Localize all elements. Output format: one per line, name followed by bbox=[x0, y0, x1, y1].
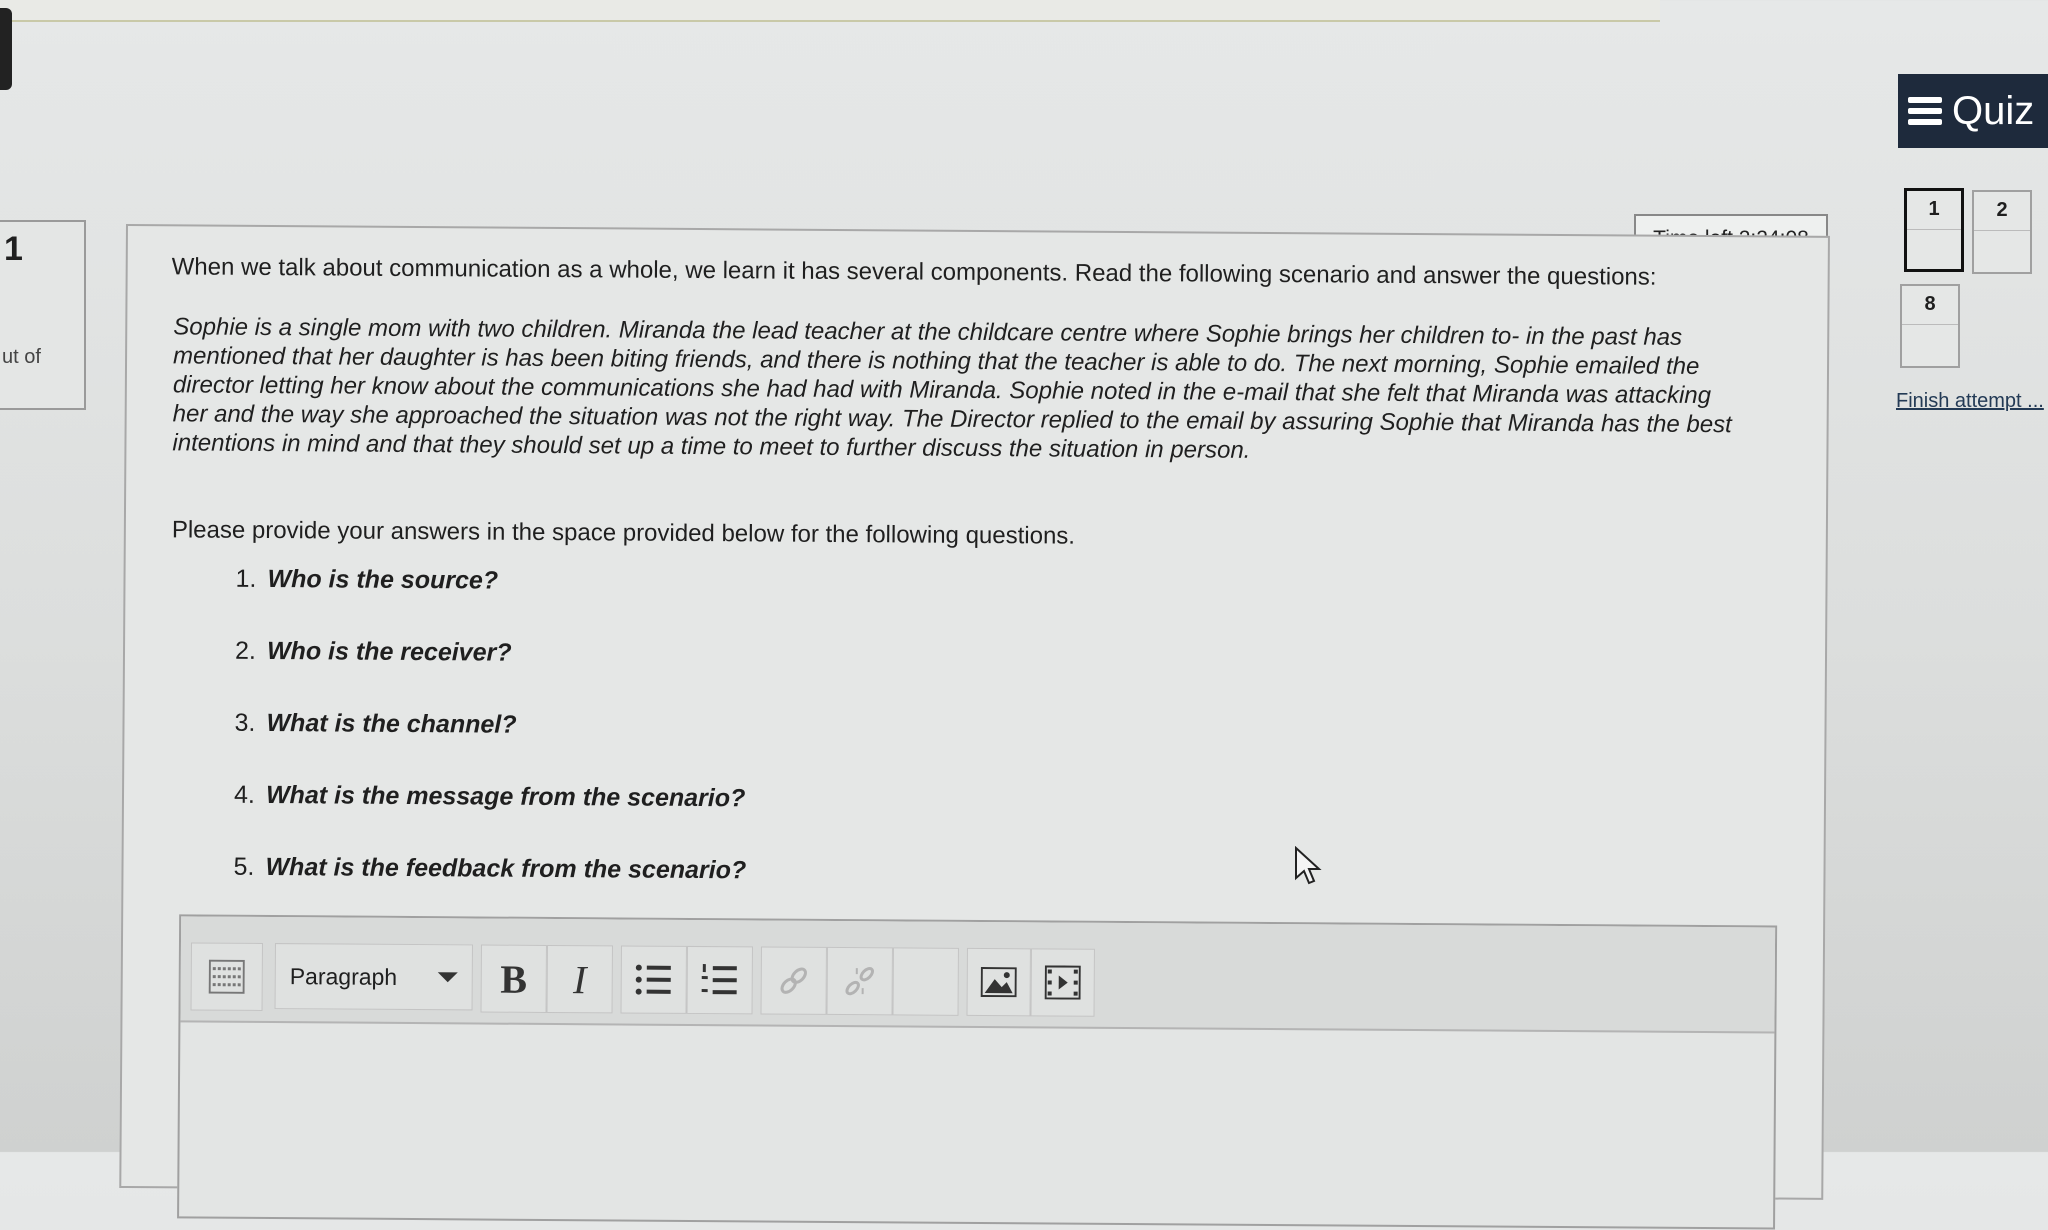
question-intro: When we talk about communication as a wh… bbox=[172, 252, 1772, 293]
italic-button[interactable]: I bbox=[547, 945, 613, 1013]
unlink-icon bbox=[843, 964, 877, 998]
list-item: 1.Who is the source? bbox=[235, 565, 748, 641]
quiz-nav-question-2[interactable]: 2 bbox=[1972, 190, 2032, 274]
scenario-text: Sophie is a single mom with two children… bbox=[172, 312, 1773, 468]
editor-toolbar: Paragraph B I bbox=[180, 916, 1775, 1033]
quiz-nav-question-1[interactable]: 1 bbox=[1904, 188, 1964, 272]
nav-question-number: 2 bbox=[1974, 192, 2030, 231]
bullet-list-icon bbox=[635, 963, 673, 997]
quiz-navigation-header: Quiz r bbox=[1898, 74, 2048, 148]
nav-question-number: 8 bbox=[1902, 286, 1958, 325]
item-text: What is the channel? bbox=[266, 709, 517, 783]
question-number: 1 bbox=[4, 230, 23, 269]
link-button[interactable] bbox=[760, 946, 826, 1014]
answer-editor: Paragraph B I bbox=[177, 914, 1777, 1229]
image-icon bbox=[981, 967, 1017, 997]
drawer-toggle[interactable] bbox=[0, 8, 12, 90]
list-item: 3.What is the channel? bbox=[234, 709, 747, 785]
item-number: 3. bbox=[234, 709, 267, 781]
answer-prompt: Please provide your answers in the space… bbox=[172, 516, 1672, 554]
item-text: Who is the source? bbox=[267, 565, 498, 639]
insert-image-button[interactable] bbox=[966, 948, 1030, 1016]
bullet-list-button[interactable] bbox=[621, 945, 687, 1013]
chevron-down-icon bbox=[438, 972, 458, 982]
finish-attempt-link[interactable]: Finish attempt ... bbox=[1896, 390, 2044, 413]
media-icon bbox=[1045, 965, 1081, 999]
question-content: When we talk about communication as a wh… bbox=[119, 224, 1830, 1200]
format-select-value: Paragraph bbox=[290, 963, 398, 991]
question-info: 1 ut of bbox=[0, 220, 86, 410]
item-number: 1. bbox=[235, 565, 268, 637]
quiz-nav-question-8[interactable]: 8 bbox=[1900, 284, 1960, 368]
question-marks-text: ut of bbox=[2, 346, 41, 369]
italic-icon: I bbox=[573, 956, 587, 1003]
item-number: 4. bbox=[234, 781, 267, 853]
bold-icon: B bbox=[500, 955, 527, 1002]
list-item: 4.What is the message from the scenario? bbox=[234, 781, 747, 857]
toolbar-toggle-button[interactable] bbox=[191, 942, 263, 1011]
item-number: 2. bbox=[235, 637, 268, 709]
nav-question-number: 1 bbox=[1907, 191, 1961, 230]
answer-textarea[interactable] bbox=[179, 1022, 1774, 1223]
item-text: What is the message from the scenario? bbox=[266, 781, 746, 856]
item-text: Who is the receiver? bbox=[267, 637, 512, 711]
mouse-cursor-icon bbox=[1294, 846, 1322, 886]
menu-icon bbox=[1908, 92, 1942, 130]
numbered-list-button[interactable] bbox=[686, 946, 752, 1014]
top-bar bbox=[0, 0, 1660, 22]
toolbar-toggle-icon bbox=[209, 960, 245, 994]
paragraph-format-select[interactable]: Paragraph bbox=[275, 943, 473, 1010]
unlink-button[interactable] bbox=[826, 947, 892, 1015]
numbered-list-icon bbox=[701, 963, 739, 997]
question-list: 1.Who is the source? 2.Who is the receiv… bbox=[233, 565, 748, 929]
toolbar-spacer-button bbox=[892, 947, 958, 1015]
list-item: 2.Who is the receiver? bbox=[235, 637, 748, 713]
quiz-navigation-title: Quiz r bbox=[1952, 89, 2048, 134]
link-icon bbox=[777, 964, 811, 998]
bold-button[interactable]: B bbox=[481, 944, 547, 1012]
insert-media-button[interactable] bbox=[1030, 948, 1094, 1016]
